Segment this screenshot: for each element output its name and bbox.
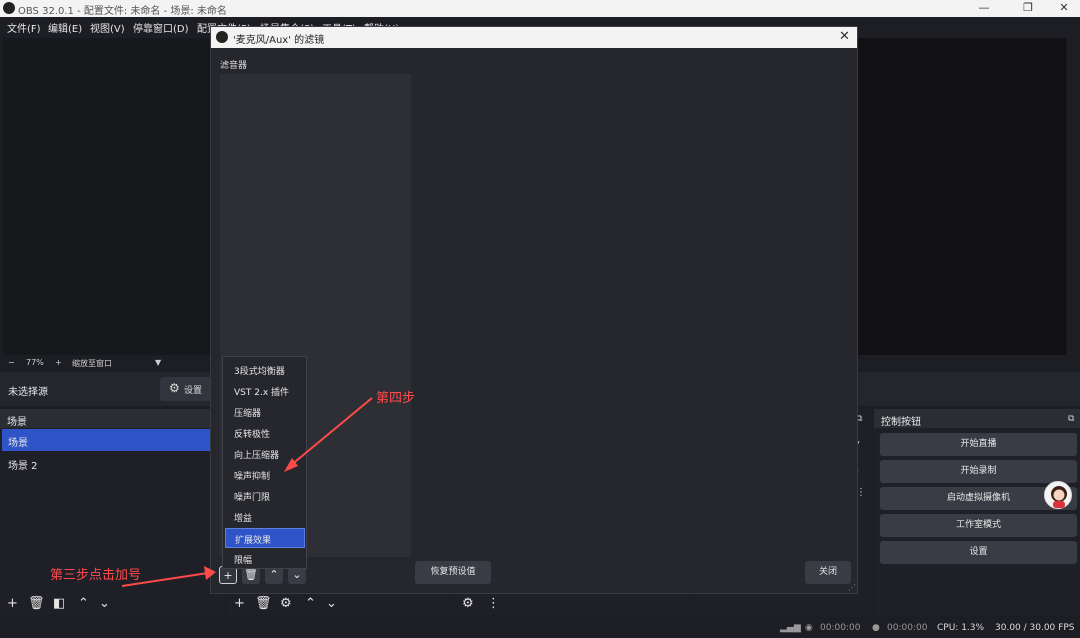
fps-readout: 30.00 / 30.00 FPS (995, 623, 1075, 633)
add-source-icon[interactable]: + (234, 597, 245, 610)
close-window-button[interactable]: ✕ (1048, 0, 1080, 17)
menu-file[interactable]: 文件(F) (7, 20, 41, 35)
start-recording-button[interactable]: 开始录制 (880, 460, 1077, 483)
add-scene-icon[interactable]: + (7, 597, 18, 610)
dock-float-icon[interactable]: ⧉ (1068, 414, 1074, 424)
record-time: 00:00:00 (887, 623, 928, 633)
window-title: OBS 32.0.1 - 配置文件: 未命名 - 场景: 未命名 (18, 6, 227, 17)
stream-time: 00:00:00 (820, 623, 861, 633)
resize-grip-icon[interactable]: ⋰ (848, 583, 856, 592)
mixer-settings-icon[interactable]: ⚙ (462, 597, 474, 610)
audio-filters-label: 滤音器 (220, 61, 248, 71)
trash-icon[interactable]: 🗑 (28, 597, 45, 610)
scene-list-item[interactable]: 场景 (2, 429, 210, 451)
scene-filter-icon[interactable]: ◧ (53, 597, 65, 610)
menu-docks[interactable]: 停靠窗口(D) (133, 20, 189, 35)
controls-dock-title: 控制按钮 (874, 409, 1080, 428)
menu-item-3band-eq[interactable]: 3段式均衡器 (225, 360, 305, 380)
menu-edit[interactable]: 编辑(E) (48, 20, 82, 35)
dialog-titlebar: '麦克风/Aux' 的滤镜 ✕ (211, 27, 857, 48)
close-icon[interactable]: ✕ (839, 29, 850, 44)
reset-defaults-button[interactable]: 恢复预设值 (415, 561, 491, 584)
menu-item-invert-polarity[interactable]: 反转极性 (225, 423, 305, 443)
chevron-down-icon[interactable]: ▼ (155, 358, 161, 367)
gear-icon: ⚙ (169, 381, 180, 395)
annotation-step3: 第三步点击加号 (50, 568, 142, 583)
filters-dialog: '麦克风/Aux' 的滤镜 ✕ 滤音器 + 🗑 ⌃ ⌄ 恢复预设值 关闭 ⋰ (210, 26, 858, 594)
source-settings-button[interactable]: ⚙ 设置 (160, 377, 212, 401)
menu-item-noise-suppression[interactable]: 噪声抑制 (225, 465, 305, 485)
trash-icon[interactable]: 🗑 (255, 597, 272, 610)
status-bar: ▂▄▆ ◉ 00:00:00 ● 00:00:00 CPU: 1.3% 30.0… (0, 618, 1080, 638)
gear-icon[interactable]: ⚙ (280, 597, 292, 610)
annotation-step4: 第四步 (376, 391, 416, 406)
zoom-in-button[interactable]: + (55, 358, 62, 367)
zoom-out-button[interactable]: − (8, 358, 15, 367)
menu-item-gain[interactable]: 增益 (225, 507, 305, 527)
menu-item-expander[interactable]: 扩展效果 (225, 528, 305, 548)
obs-logo-icon (216, 31, 228, 43)
chevron-down-icon[interactable]: ⌄ (326, 597, 337, 610)
window-titlebar: OBS 32.0.1 - 配置文件: 未命名 - 场景: 未命名 — ❐ ✕ (0, 0, 1080, 17)
restore-button[interactable]: ❐ (1012, 0, 1044, 17)
preview-canvas-region (858, 38, 1066, 355)
more-vert-icon[interactable]: ⋮ (487, 597, 500, 610)
source-settings-label: 设置 (184, 386, 203, 396)
cpu-usage: CPU: 1.3% (937, 623, 985, 633)
stream-status-icon: ◉ (805, 623, 813, 633)
no-source-label: 未选择源 (8, 387, 48, 398)
minimize-button[interactable]: — (968, 0, 1000, 17)
menu-item-compressor[interactable]: 压缩器 (225, 402, 305, 422)
menu-view[interactable]: 视图(V) (90, 20, 125, 35)
assistant-avatar[interactable] (1044, 481, 1072, 509)
zoom-fit-select[interactable]: 缩放至窗口 (72, 358, 112, 369)
add-filter-menu: 3段式均衡器 VST 2.x 插件 压缩器 反转极性 向上压缩器 噪声抑制 噪声… (222, 356, 307, 569)
dialog-title: '麦克风/Aux' 的滤镜 (233, 35, 325, 46)
chevron-up-icon[interactable]: ⌃ (78, 597, 89, 610)
settings-button[interactable]: 设置 (880, 541, 1077, 564)
studio-mode-button[interactable]: 工作室模式 (880, 514, 1077, 537)
chevron-down-icon[interactable]: ⌄ (99, 597, 110, 610)
zoom-bar: − 77% + 缩放至窗口 ▼ (0, 356, 210, 370)
close-dialog-button[interactable]: 关闭 (805, 561, 851, 584)
menu-item-upward-compressor[interactable]: 向上压缩器 (225, 444, 305, 464)
scenes-dock: 场景 场景 场景 2 (0, 409, 224, 615)
menu-item-limiter[interactable]: 限幅 (225, 549, 305, 569)
scenes-dock-title: 场景 (0, 409, 224, 428)
menu-item-noise-gate[interactable]: 噪声门限 (225, 486, 305, 506)
obs-logo-icon (3, 2, 15, 14)
record-status-icon: ● (872, 623, 880, 633)
signal-icon: ▂▄▆ (780, 623, 801, 633)
start-streaming-button[interactable]: 开始直播 (880, 433, 1077, 456)
zoom-level: 77% (26, 358, 44, 367)
scene-list-item[interactable]: 场景 2 (2, 452, 210, 474)
chevron-up-icon[interactable]: ⌃ (305, 597, 316, 610)
menu-item-vst-plugin[interactable]: VST 2.x 插件 (225, 381, 305, 401)
